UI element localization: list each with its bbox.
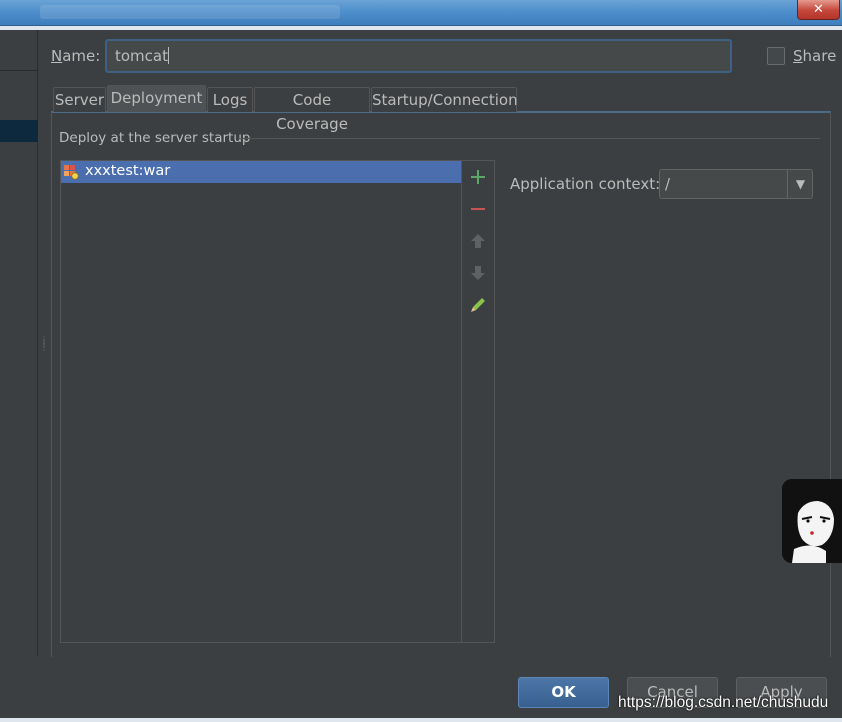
arrow-down-icon: [471, 266, 485, 280]
tab-logs[interactable]: Logs: [207, 87, 253, 112]
share-checkbox[interactable]: [767, 47, 785, 65]
watermark-text: https://blog.csdn.net/chushudu: [618, 694, 829, 711]
section-title: Deploy at the server startup: [59, 130, 251, 146]
name-input[interactable]: tomcat: [105, 39, 732, 73]
deployment-list[interactable]: [60, 160, 462, 643]
application-context-value: /: [665, 175, 671, 193]
tab-server[interactable]: Server: [53, 87, 106, 112]
chevron-down-icon[interactable]: ▼: [789, 170, 812, 198]
ok-button[interactable]: OK: [518, 677, 609, 708]
close-icon: ✕: [813, 2, 824, 17]
share-label[interactable]: Share: [793, 47, 836, 65]
name-label: Name:: [51, 47, 101, 65]
name-input-value: tomcat: [115, 47, 168, 65]
splitter-grip[interactable]: ⋮ ⋮ ⋮: [40, 336, 48, 356]
pencil-icon: [471, 298, 485, 312]
combobox-divider: [787, 170, 788, 198]
text-caret: [168, 47, 169, 64]
close-button[interactable]: ✕: [797, 0, 840, 20]
tab-startup-connection[interactable]: Startup/Connection: [371, 87, 518, 112]
edit-button[interactable]: [467, 294, 489, 316]
application-context-label: Application context:: [510, 175, 661, 193]
minus-icon: [471, 208, 485, 210]
move-up-button[interactable]: [467, 230, 489, 252]
tree-selected-row[interactable]: [0, 120, 38, 142]
move-down-button[interactable]: [467, 262, 489, 284]
titlebar-edge: [0, 26, 842, 30]
avatar[interactable]: [782, 479, 842, 563]
section-divider: [238, 138, 820, 139]
list-item-label: xxxtest:war: [85, 163, 171, 179]
remove-button[interactable]: [467, 198, 489, 220]
arrow-up-icon: [471, 234, 485, 248]
tab-deployment[interactable]: Deployment: [107, 85, 206, 112]
artifact-war-icon: [64, 165, 79, 180]
add-button[interactable]: [467, 166, 489, 188]
tab-code-coverage[interactable]: Code Coverage: [254, 87, 370, 133]
window-bottom-edge: [0, 718, 842, 722]
window-title-blurred: [40, 5, 340, 19]
tree-panel-divider: [0, 70, 38, 71]
plus-icon: [471, 170, 485, 184]
